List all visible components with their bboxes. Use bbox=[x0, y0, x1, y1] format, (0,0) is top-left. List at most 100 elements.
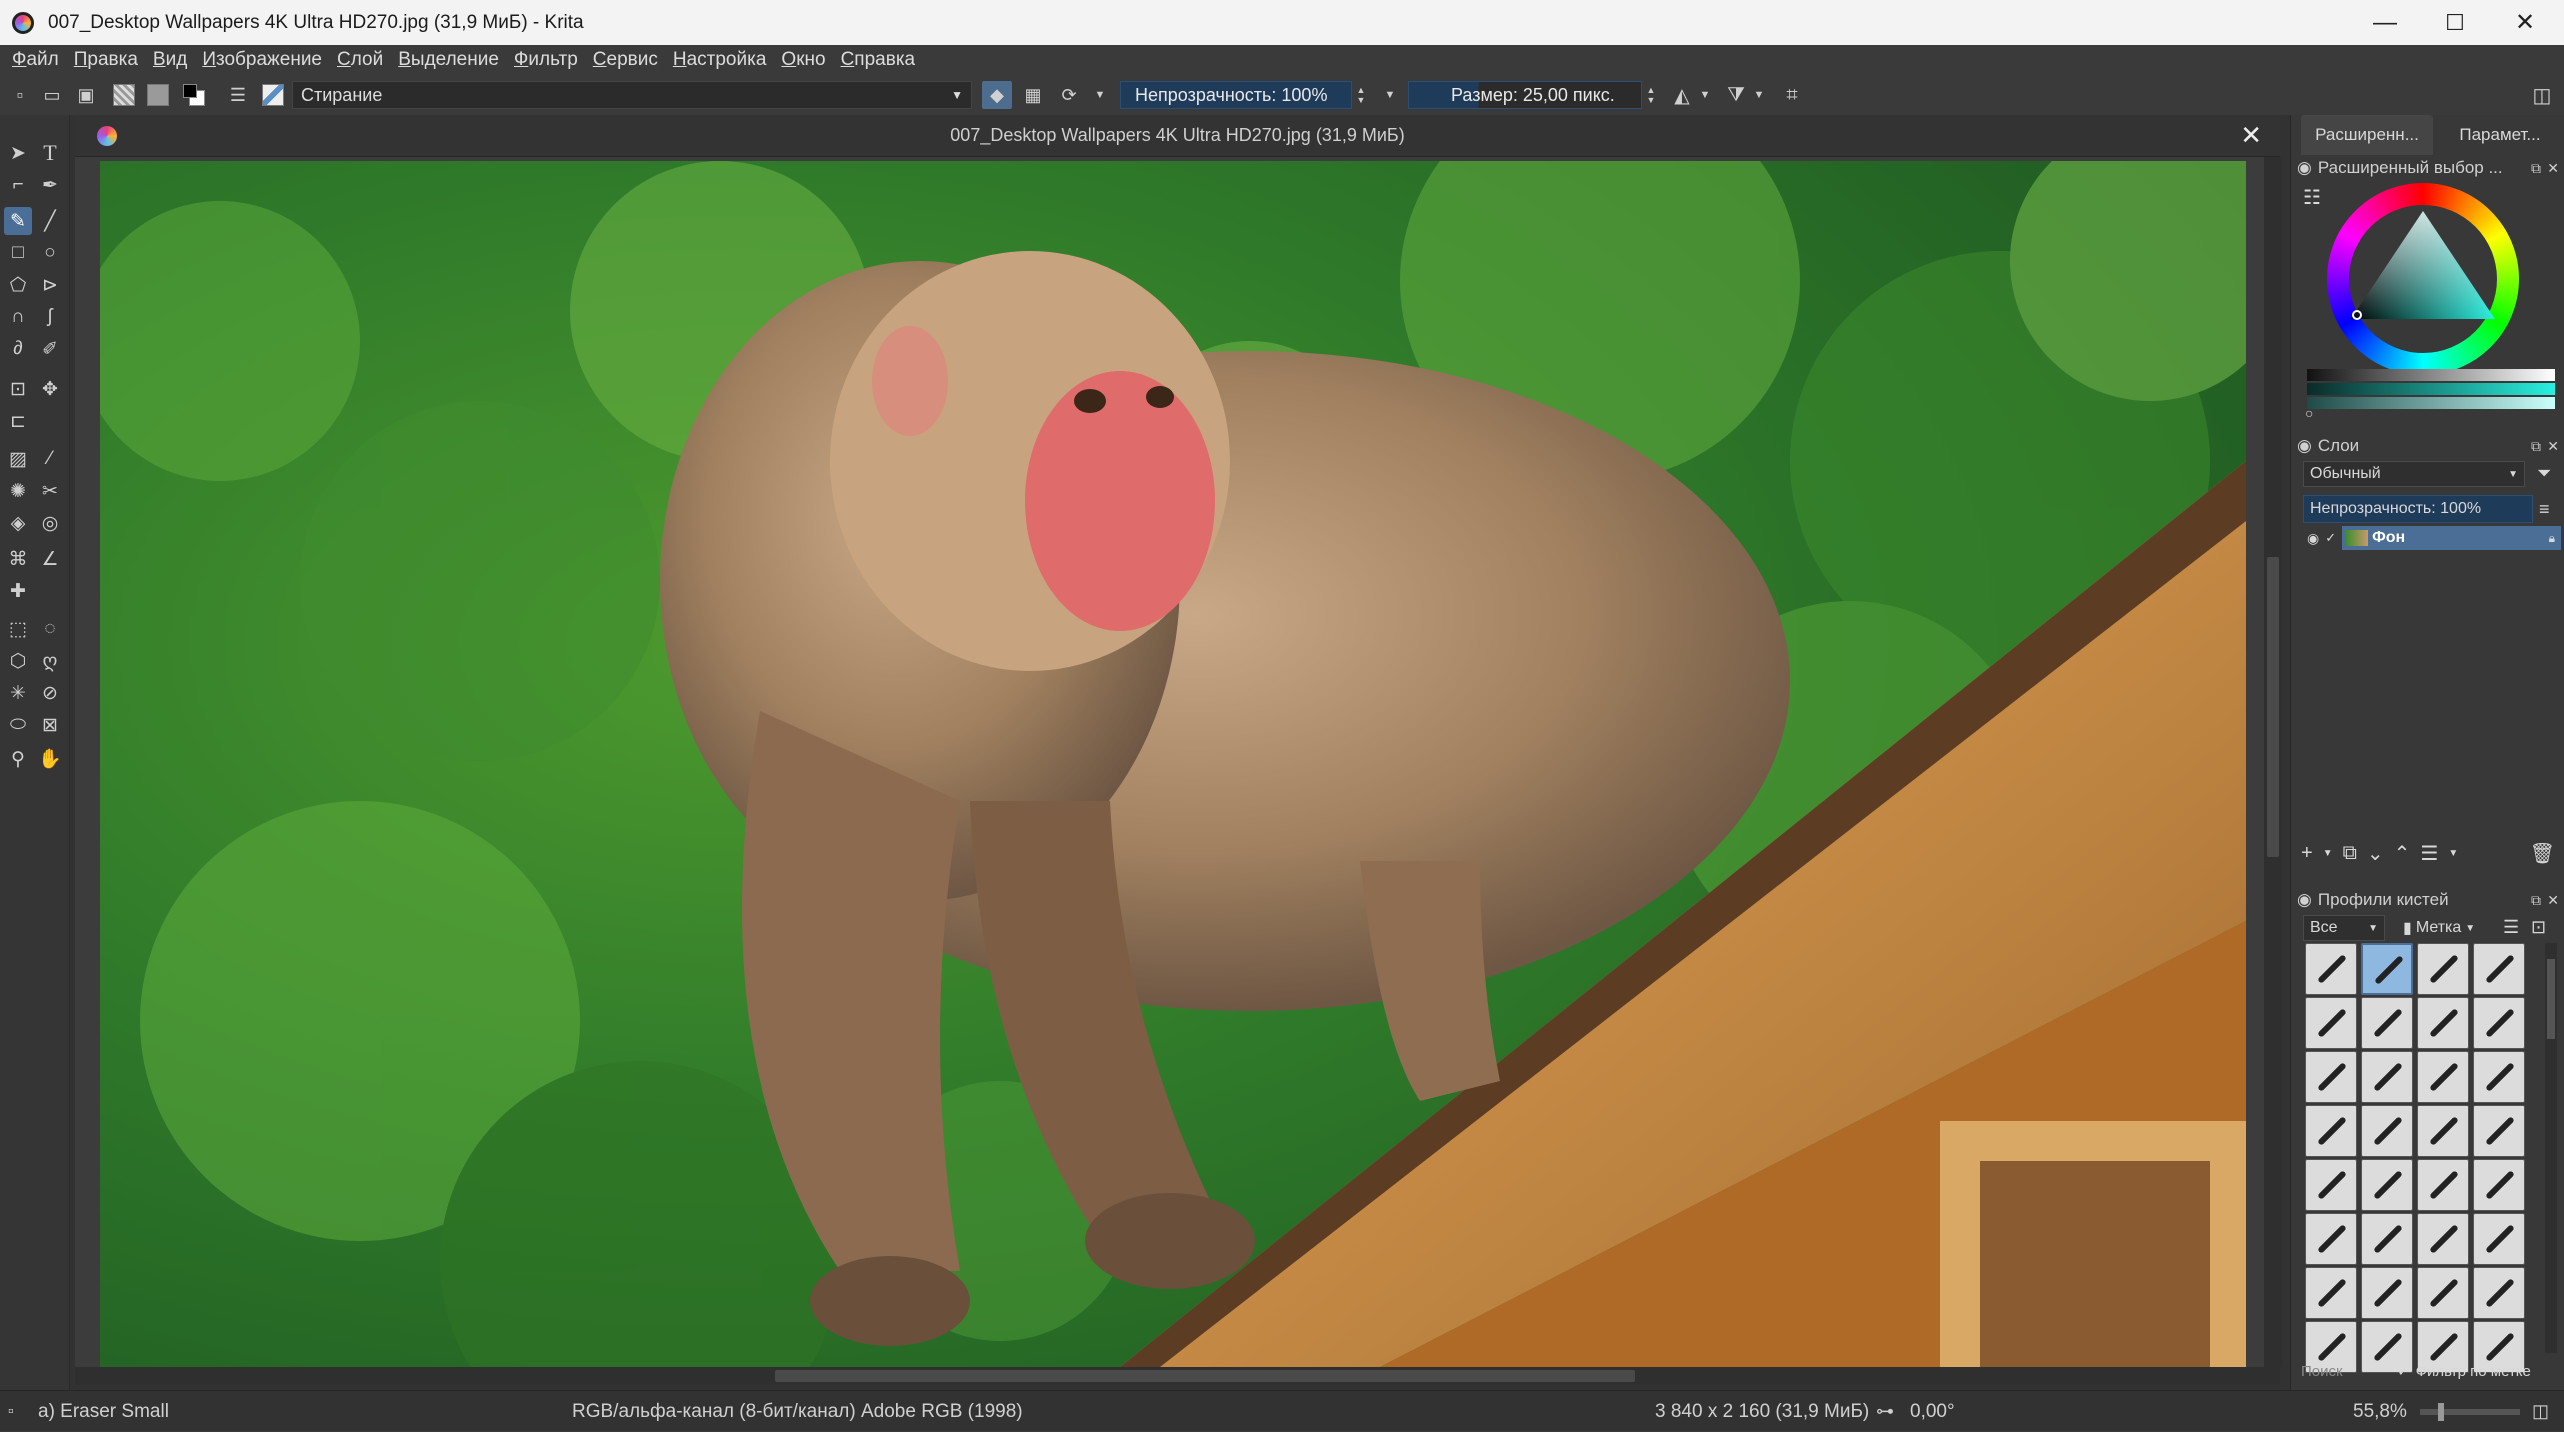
freehand-path-tool-icon[interactable]: ʃ bbox=[36, 303, 64, 331]
canvas-image[interactable] bbox=[100, 161, 2246, 1367]
zoom-slider[interactable] bbox=[2420, 1391, 2520, 1432]
size-spin-icon[interactable]: ▲ ▼ bbox=[1642, 81, 1660, 109]
collapse-icon[interactable]: ◉ bbox=[2297, 158, 2312, 178]
brush-preset-item[interactable] bbox=[2473, 1051, 2525, 1103]
zoom-level[interactable]: 55,8% bbox=[2353, 1391, 2407, 1432]
layer-check-icon[interactable]: ✓ bbox=[2325, 530, 2336, 546]
brush-preset-item[interactable] bbox=[2417, 1159, 2469, 1211]
menu-tools[interactable]: Сервис bbox=[593, 49, 658, 71]
brush-preset-item[interactable] bbox=[2361, 943, 2413, 995]
gradient-tool-icon[interactable]: ▨ bbox=[4, 445, 32, 473]
zoom-tool-icon[interactable]: ⚲ bbox=[4, 745, 32, 773]
rotation-icon[interactable]: ⊶ bbox=[1876, 1391, 1894, 1432]
crop-tool-icon[interactable]: ⊏ bbox=[4, 407, 32, 435]
vertical-scroll-thumb[interactable] bbox=[2267, 557, 2279, 857]
float-icon[interactable]: ⧉ bbox=[2531, 160, 2541, 177]
layer-properties-icon[interactable]: ☰ bbox=[2420, 841, 2438, 866]
bezier-select-tool-icon[interactable]: ⬭ bbox=[4, 711, 32, 739]
layer-filter-icon[interactable]: ⏷ bbox=[2537, 463, 2551, 484]
brush-preset-item[interactable] bbox=[2305, 997, 2357, 1049]
sv-triangle[interactable] bbox=[2327, 183, 2519, 375]
brush-preset-item[interactable] bbox=[2473, 943, 2525, 995]
brush-preset-item[interactable] bbox=[2305, 1051, 2357, 1103]
color-slider-3[interactable] bbox=[2307, 397, 2555, 409]
text-tool-icon[interactable]: T bbox=[36, 139, 64, 167]
color-picker-tool-icon[interactable]: ⁄ bbox=[36, 445, 64, 473]
close-panel-icon[interactable]: ✕ bbox=[2547, 160, 2559, 177]
reset-color-icon[interactable]: ○ bbox=[2305, 405, 2313, 421]
minimize-button[interactable]: — bbox=[2350, 0, 2420, 45]
collapse-layers-icon[interactable]: ◉ bbox=[2297, 436, 2312, 456]
menu-view[interactable]: Вид bbox=[153, 49, 187, 71]
menu-file[interactable]: Файл bbox=[12, 49, 59, 71]
reload-preset-icon[interactable]: ⟳ bbox=[1054, 81, 1084, 109]
brush-preset-item[interactable] bbox=[2361, 1105, 2413, 1157]
layer-row[interactable]: ◉ ✓ Фон 🔒︎ bbox=[2301, 525, 2561, 551]
preset-search-input[interactable]: Поиск bbox=[2301, 1359, 2391, 1383]
menu-image[interactable]: Изображение bbox=[202, 49, 322, 71]
float-layers-icon[interactable]: ⧉ bbox=[2531, 438, 2541, 455]
menu-select[interactable]: Выделение bbox=[398, 49, 499, 71]
magnetic-select-tool-icon[interactable]: ⊠ bbox=[36, 711, 64, 739]
brush-preset-item[interactable] bbox=[2417, 1213, 2469, 1265]
menu-edit[interactable]: Правка bbox=[74, 49, 138, 71]
brush-preset-item[interactable] bbox=[2473, 1159, 2525, 1211]
brush-preset-item[interactable] bbox=[2361, 1051, 2413, 1103]
polygon-select-tool-icon[interactable]: ⬡ bbox=[4, 647, 32, 675]
tab-tool-options[interactable]: Парамет... bbox=[2439, 115, 2561, 155]
open-document-icon[interactable]: ▭ bbox=[40, 81, 64, 109]
preserve-alpha-icon[interactable]: ▦ bbox=[1018, 81, 1048, 109]
move-layer-down-icon[interactable]: ⌄ bbox=[2367, 841, 2384, 866]
brush-preset-item[interactable] bbox=[2417, 1267, 2469, 1319]
fg-bg-colors[interactable] bbox=[180, 81, 208, 109]
new-document-icon[interactable]: ▫ bbox=[8, 81, 32, 109]
line-tool-icon[interactable]: ╱ bbox=[36, 207, 64, 235]
properties-chevron-icon[interactable]: ▼ bbox=[2448, 848, 2458, 859]
presets-scroll-thumb[interactable] bbox=[2547, 959, 2555, 1039]
brush-preset-item[interactable] bbox=[2473, 1213, 2525, 1265]
close-layers-icon[interactable]: ✕ bbox=[2547, 438, 2559, 455]
brush-settings-icon[interactable]: ☰ bbox=[226, 81, 250, 109]
opacity-slider[interactable]: Непрозрачность: 100% bbox=[1120, 81, 1352, 109]
ellipse-select-tool-icon[interactable]: ◌ bbox=[36, 615, 64, 643]
similar-select-tool-icon[interactable]: ⊘ bbox=[36, 679, 64, 707]
brush-preset-item[interactable] bbox=[2417, 997, 2469, 1049]
add-layer-chevron-icon[interactable]: ▼ bbox=[2323, 848, 2333, 859]
dynamic-brush-tool-icon[interactable]: ∂ bbox=[4, 335, 32, 363]
brush-preset-item[interactable] bbox=[2305, 1105, 2357, 1157]
document-tab[interactable]: 007_Desktop Wallpapers 4K Ultra HD270.jp… bbox=[75, 115, 2280, 157]
menu-settings[interactable]: Настройка bbox=[673, 49, 767, 71]
mirror-h-chevron-icon[interactable]: ▼ bbox=[1696, 81, 1714, 109]
multibrush-tool-icon[interactable]: ✐ bbox=[36, 335, 64, 363]
smart-patch-tool-icon[interactable]: ✂ bbox=[36, 477, 64, 505]
move-layer-up-icon[interactable]: ⌃ bbox=[2394, 841, 2411, 866]
brush-preset-item[interactable] bbox=[2473, 1267, 2525, 1319]
color-slider-1[interactable] bbox=[2307, 369, 2555, 381]
polyline-tool-icon[interactable]: ⊳ bbox=[36, 271, 64, 299]
freehand-brush-tool-icon[interactable]: ✎ bbox=[4, 207, 32, 235]
size-slider[interactable]: Размер: 25,00 пикс. bbox=[1408, 81, 1642, 109]
brush-preset-item[interactable] bbox=[2361, 1159, 2413, 1211]
edit-shapes-tool-icon[interactable]: ⌐ bbox=[4, 171, 32, 199]
brush-preset-name[interactable]: Стирание ▼ bbox=[292, 81, 972, 109]
canvas-only-icon[interactable]: ◫ bbox=[2532, 1391, 2549, 1432]
menu-filter[interactable]: Фильтр bbox=[514, 49, 578, 71]
calligraphy-tool-icon[interactable]: ✒ bbox=[36, 171, 64, 199]
color-slider-2[interactable] bbox=[2307, 383, 2555, 395]
brush-status-icon[interactable]: ▫ bbox=[8, 1391, 14, 1432]
horizontal-scrollbar[interactable] bbox=[75, 1367, 2280, 1385]
delete-layer-icon[interactable]: 🗑︎ bbox=[2530, 841, 2555, 866]
brush-preset-item[interactable] bbox=[2361, 1267, 2413, 1319]
close-document-icon[interactable]: ✕ bbox=[2240, 120, 2262, 151]
gradient-swatch[interactable] bbox=[110, 81, 138, 109]
fill-tool-icon[interactable]: ◈ bbox=[4, 509, 32, 537]
brush-preset-item[interactable] bbox=[2305, 1213, 2357, 1265]
docker-toggle-icon[interactable]: ◫ bbox=[2528, 81, 2556, 109]
add-layer-icon[interactable]: + bbox=[2301, 842, 2313, 865]
pattern-swatch[interactable] bbox=[144, 81, 172, 109]
color-space[interactable]: RGB/альфа-канал (8-бит/канал) Adobe RGB … bbox=[572, 1391, 1023, 1432]
enclose-fill-tool-icon[interactable]: ◎ bbox=[36, 509, 64, 537]
reference-images-tool-icon[interactable]: ✚ bbox=[4, 577, 32, 605]
brush-preset-item[interactable] bbox=[2473, 997, 2525, 1049]
brush-preset-item[interactable] bbox=[2305, 943, 2357, 995]
